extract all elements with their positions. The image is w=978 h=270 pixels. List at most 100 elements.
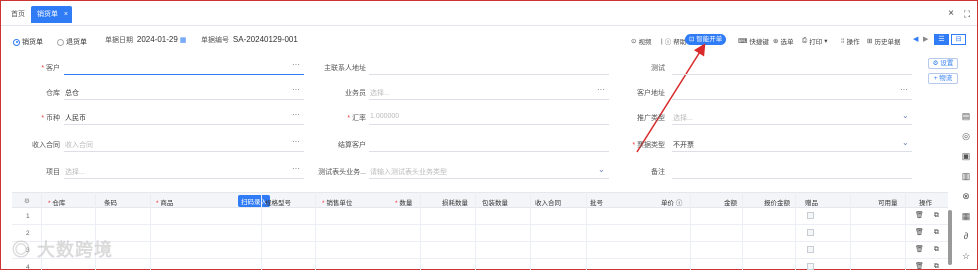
salesman-more-icon[interactable]: ···	[597, 85, 605, 94]
row-actions[interactable]: 🗑 ⧉	[915, 245, 943, 254]
close-circle-icon[interactable]: ⊗	[960, 190, 972, 202]
date-value[interactable]: 2024-01-29	[137, 35, 178, 44]
col-income-contract: 收入合同	[535, 200, 561, 207]
row-number: 1	[26, 213, 30, 220]
remark-input[interactable]	[672, 178, 912, 179]
warehouse-label: 仓库	[46, 90, 60, 97]
customer-address-more-icon[interactable]: ···	[900, 85, 908, 94]
settings-label: 设置	[940, 60, 954, 67]
shortcut-label: 快捷键	[749, 39, 769, 46]
tab-bar: 首页 销货单 × × ⛶	[1, 1, 977, 26]
select-button[interactable]: ⊛ 选单	[773, 36, 793, 46]
tab-home[interactable]: 首页	[5, 6, 31, 23]
test-label: 测试	[651, 65, 665, 72]
gift-checkbox[interactable]	[807, 229, 814, 236]
col-unit-price: 单价 ⓘ	[661, 200, 683, 207]
contact-address-label: 主联系人地址	[324, 65, 366, 72]
robot-icon: ⊡	[689, 36, 695, 43]
salesman-input[interactable]	[369, 99, 609, 100]
fullscreen-icon[interactable]: ⛶	[960, 7, 974, 21]
smart-order-button[interactable]: ⊡ 智能开单	[685, 34, 727, 45]
help-icon: |	[661, 37, 663, 45]
date-field: 单据日期 2024-01-29 ▦	[105, 35, 186, 45]
help-button[interactable]: | ⓘ 帮助	[661, 36, 686, 47]
history-button[interactable]: ⊞ 历史单据	[867, 36, 900, 46]
customer-more-icon[interactable]: ···	[292, 60, 300, 69]
table-header: ⚙ * 仓库 条码 * 商品 扫码录入 规格型号 * 销售单位 * 数量 损耗数…	[12, 192, 948, 208]
warehouse-input[interactable]	[64, 99, 304, 100]
watermark-logo-icon: ◎	[12, 240, 31, 260]
col-gift: 赠品	[805, 200, 818, 207]
vertical-scrollbar[interactable]	[948, 210, 952, 265]
promo-type-placeholder: 选择...	[673, 115, 693, 122]
ops-button[interactable]: ⁞⁞ 操作	[841, 36, 860, 47]
test-biz-select[interactable]	[369, 178, 609, 179]
warehouse-icon[interactable]: ▣	[960, 150, 972, 162]
radio-return-order[interactable]: 退货单	[57, 37, 87, 47]
project-input[interactable]	[64, 178, 304, 179]
invoice-type-select[interactable]	[672, 151, 912, 152]
contact-address-input[interactable]	[369, 74, 609, 75]
window-close-icon[interactable]: ×	[944, 7, 958, 21]
grid-view-icon[interactable]: ⊟	[951, 34, 966, 45]
gift-checkbox[interactable]	[807, 246, 814, 253]
income-contract-label: 收入合同	[32, 142, 60, 149]
income-contract-more-icon[interactable]: ···	[292, 137, 300, 146]
select-label: 选单	[780, 39, 794, 46]
promo-type-label: 推广类型	[637, 115, 665, 122]
rate-input[interactable]	[369, 124, 609, 125]
chevron-down-icon[interactable]: ⌄	[598, 165, 605, 174]
table-row[interactable]: 4 🗑 ⧉	[12, 259, 948, 270]
warehouse-more-icon[interactable]: ···	[292, 85, 300, 94]
promo-type-select[interactable]	[672, 124, 912, 125]
image-icon[interactable]: ▦	[960, 210, 972, 222]
doc-icon[interactable]: ▤	[960, 110, 972, 122]
tab-sales-order-label: 销货单	[37, 11, 58, 18]
close-icon[interactable]: ×	[64, 6, 68, 23]
smart-order-label: 智能开单	[696, 36, 723, 43]
shortcut-button[interactable]: ⌨ 快捷键	[738, 36, 769, 46]
settings-button[interactable]: ⚙ 设置	[928, 58, 958, 69]
gift-checkbox[interactable]	[807, 212, 814, 219]
list-view-icon[interactable]: ☰	[934, 34, 949, 45]
invoice-type-value: 不开票	[673, 142, 694, 149]
calendar-icon[interactable]: ▦	[180, 37, 187, 44]
print-button[interactable]: ⎙ 打印 ▾	[802, 36, 827, 46]
settings-gear-icon[interactable]: ⚙	[24, 197, 30, 205]
tab-sales-order[interactable]: 销货单 ×	[31, 6, 72, 23]
star-icon[interactable]: ☆	[960, 250, 972, 262]
chevron-down-icon[interactable]: ⌄	[902, 138, 909, 147]
project-more-icon[interactable]: ···	[292, 164, 300, 173]
chevron-down-icon[interactable]: ⌄	[902, 111, 909, 120]
radio-sales-order[interactable]: 销货单	[13, 37, 43, 47]
customer-input[interactable]	[64, 74, 304, 75]
row-number: 4	[26, 264, 30, 270]
col-pack-qty: 包装数量	[482, 200, 508, 207]
settings-icon: ⚙	[932, 60, 939, 67]
currency-label: * 币种	[41, 115, 60, 122]
gift-checkbox[interactable]	[807, 263, 814, 270]
chart-icon[interactable]: ▥	[960, 170, 972, 182]
next-arrow-icon[interactable]: ▶	[923, 35, 928, 43]
settle-customer-input[interactable]	[369, 151, 609, 152]
shield-icon[interactable]: ◎	[960, 130, 972, 142]
currency-more-icon[interactable]: ···	[292, 110, 300, 119]
settle-customer-label: 结算客户	[338, 142, 366, 149]
add-logistics-button[interactable]: + 物流	[928, 73, 958, 84]
row-actions[interactable]: 🗑 ⧉	[915, 228, 943, 237]
table-row[interactable]: 2 🗑 ⧉	[12, 225, 948, 242]
income-contract-placeholder: 收入合同	[65, 142, 93, 149]
row-actions[interactable]: 🗑 ⧉	[915, 211, 943, 220]
table-row[interactable]: 1 🗑 ⧉	[12, 208, 948, 225]
video-button[interactable]: ⊙ 视频	[631, 36, 651, 46]
currency-input[interactable]	[64, 124, 304, 125]
row-actions[interactable]: 🗑 ⧉	[915, 262, 943, 270]
test-input[interactable]	[672, 74, 912, 75]
col-quantity: * 数量	[395, 200, 413, 207]
invoice-type-label: * 票据类型	[632, 142, 665, 149]
income-contract-input[interactable]	[64, 151, 304, 152]
table-row[interactable]: 3 🗑 ⧉	[12, 242, 948, 259]
customer-address-input[interactable]	[672, 99, 912, 100]
prev-arrow-icon[interactable]: ◀	[913, 35, 918, 43]
link-icon[interactable]: ∂	[960, 230, 972, 242]
